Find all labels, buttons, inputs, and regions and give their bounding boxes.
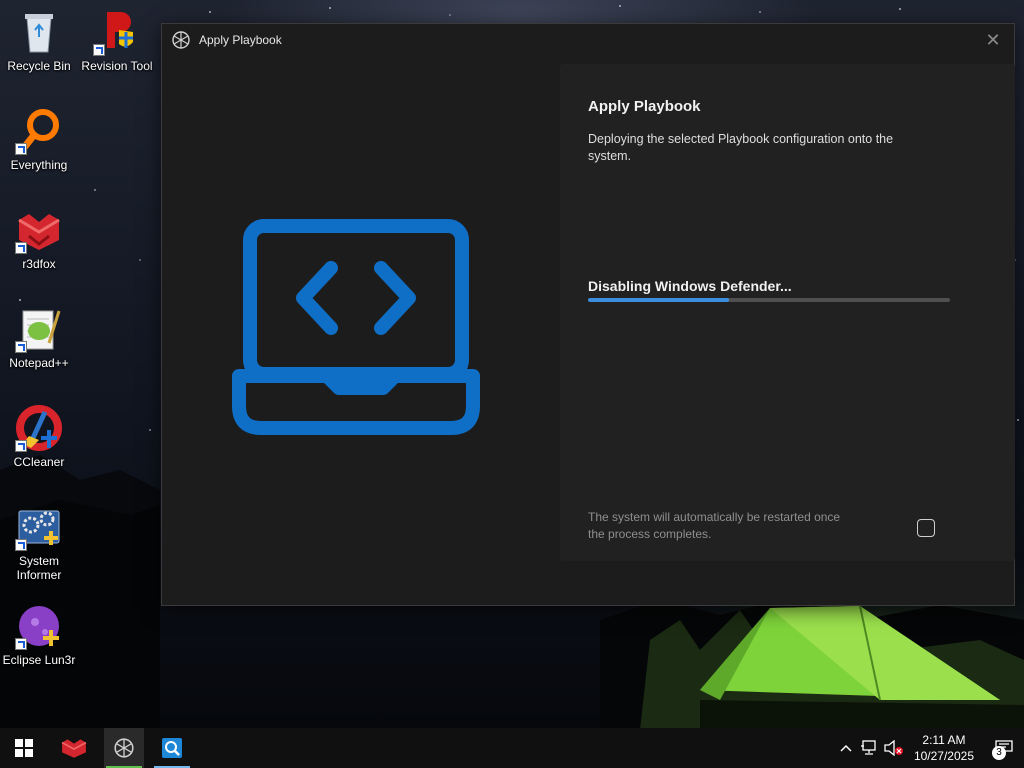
desktop-icon-eclipse-lun3r[interactable]: Eclipse Lun3r [1,602,77,667]
close-button[interactable]: ✕ [972,24,1014,56]
notification-count-badge: 3 [992,746,1006,760]
apply-playbook-window: Apply Playbook ✕ Apply Playbook Deployin… [161,23,1015,606]
desktop-icon-label: Revision Tool [81,59,153,73]
system-informer-icon [15,503,63,551]
playbook-taskbar-icon [114,738,134,758]
desktop-icon-label: System Informer [16,554,62,582]
eclipse-lun3r-icon [15,602,63,650]
shortcut-arrow-icon [15,638,27,650]
r3dfox-browser-icon [15,206,63,254]
desktop-icon-recycle-bin[interactable]: Recycle Bin [1,8,77,73]
desktop-icon-label: CCleaner [13,455,65,469]
restart-checkbox[interactable] [917,519,935,537]
progress-panel: Apply Playbook Deploying the selected Pl… [560,64,1015,561]
shortcut-arrow-icon [15,242,27,254]
desktop-icon-label: r3dfox [22,257,56,271]
desktop-icon-everything[interactable]: Everything [1,107,77,172]
desktop-icon-label: Eclipse Lun3r [2,653,76,667]
volume-muted-icon [884,740,903,756]
taskbar-r3dfox[interactable] [54,728,94,768]
shortcut-arrow-icon [15,440,27,452]
desktop-icon-label: Recycle Bin [7,59,71,73]
clock-date: 10/27/2025 [913,749,974,763]
action-center-button[interactable]: 3 [984,728,1024,768]
taskbar-playbook[interactable] [104,728,144,768]
taskbar-search-app[interactable] [152,728,192,768]
system-tray: 2:11 AM 10/27/2025 3 [834,728,1024,768]
everything-search-icon [15,107,63,155]
desktop-icon-notepad-plus-plus[interactable]: Notepad++ [1,305,77,370]
restart-note: The system will automatically be restart… [588,510,841,541]
window-title: Apply Playbook [199,33,282,47]
panel-description: Deploying the selected Playbook configur… [588,132,894,163]
recycle-bin-icon [15,8,63,56]
clock-time: 2:11 AM [922,733,966,747]
shortcut-arrow-icon [93,44,105,56]
network-button[interactable] [858,728,882,768]
start-button[interactable] [4,728,44,768]
revision-tool-icon [93,8,141,56]
desktop-icon-label: Notepad++ [9,356,69,370]
r3dfox-taskbar-icon [61,739,87,758]
show-hidden-icons-button[interactable] [834,728,858,768]
desktop-icon-ccleaner[interactable]: CCleaner [1,404,77,469]
progress-bar [588,298,950,302]
panel-title: Apply Playbook [588,98,701,115]
illustration-pane [162,56,560,605]
desktop-icon-system-informer[interactable]: System Informer [1,503,77,582]
desktop-icon-label: Everything [10,158,68,172]
shortcut-arrow-icon [15,341,27,353]
search-app-taskbar-icon [162,738,182,758]
close-icon: ✕ [985,29,1001,50]
shortcut-arrow-icon [15,539,27,551]
progress-fill [588,298,730,302]
taskbar: 2:11 AM 10/27/2025 3 [0,728,1024,768]
shortcut-arrow-icon [15,143,27,155]
title-bar[interactable]: Apply Playbook ✕ [162,24,1014,56]
clock[interactable]: 2:11 AM 10/27/2025 [906,732,984,764]
network-icon [860,740,876,755]
chevron-up-icon [840,744,852,752]
desktop-icon-revision-tool[interactable]: Revision Tool [79,8,155,73]
ccleaner-icon [15,404,63,452]
laptop-code-icon [232,218,480,435]
status-text: Disabling Windows Defender... [588,278,792,294]
start-icon [15,739,33,757]
desktop-icon-r3dfox[interactable]: r3dfox [1,206,77,271]
notepad-plus-plus-icon [15,305,63,353]
playbook-app-icon [172,31,190,49]
volume-button[interactable] [882,728,906,768]
